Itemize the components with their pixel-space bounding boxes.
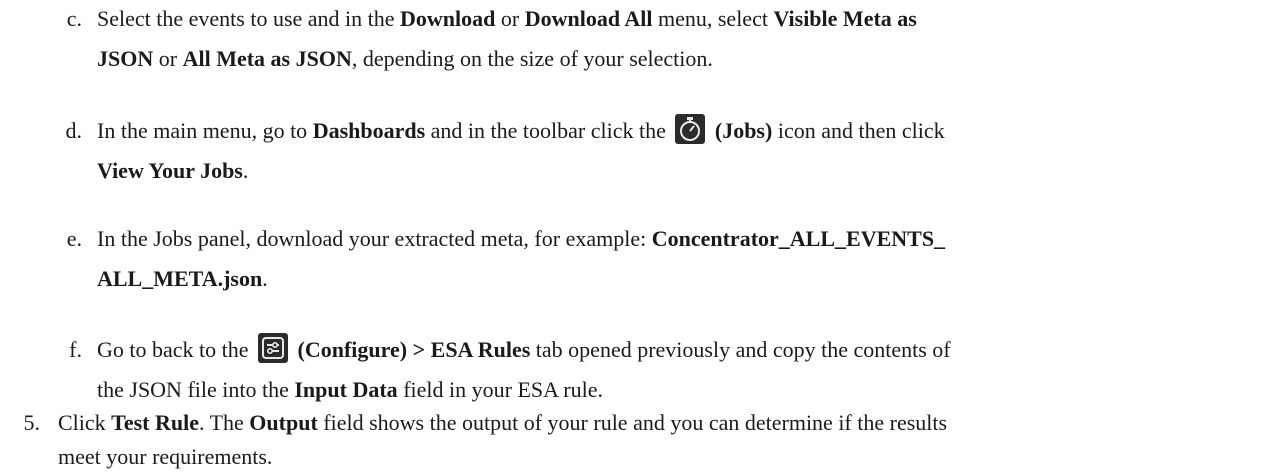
- bold-term: Output: [249, 410, 318, 435]
- bold-term: Dashboards: [312, 118, 426, 143]
- list-item-line: In the Jobs panel, download your extract…: [97, 222, 945, 256]
- text-run: and in the toolbar click the: [425, 118, 672, 143]
- text-run: field in your ESA rule.: [397, 377, 603, 402]
- list-marker: c.: [66, 6, 82, 31]
- bold-term: Download All: [524, 6, 653, 31]
- text-run: tab opened previously and copy the conte…: [530, 337, 951, 362]
- bold-term: (Configure) > ESA Rules: [297, 337, 531, 362]
- text-run: .: [242, 158, 249, 183]
- text-run: or: [153, 46, 183, 71]
- list-item-line: Go to back to the (Configure) > ESA Rule…: [97, 333, 951, 367]
- configure-icon: [258, 333, 289, 363]
- text-run: menu, select: [652, 6, 774, 31]
- text-run: .: [262, 266, 268, 291]
- text-run: field shows the output of your rule and …: [317, 410, 948, 435]
- list-item-line: In the main menu, go to Dashboards and i…: [97, 114, 945, 148]
- bold-term: Concentrator_ALL_EVENTS_: [651, 226, 946, 251]
- list-item-line: JSON or All Meta as JSON, depending on t…: [97, 42, 713, 76]
- text-run: In the main menu, go to: [97, 118, 313, 143]
- list-item-line: View Your Jobs.: [97, 154, 248, 188]
- text-run: , depending on the size of your selectio…: [351, 46, 713, 71]
- bold-term: (Jobs): [714, 118, 773, 143]
- bold-term: Download: [400, 6, 496, 31]
- list-item-line: Select the events to use and in the Down…: [97, 2, 917, 36]
- text-run: Click: [58, 410, 112, 435]
- list-marker: 5.: [23, 410, 41, 435]
- list-marker: f.: [69, 337, 82, 362]
- text-run: . The: [198, 410, 250, 435]
- text-run: the JSON file into the: [97, 377, 295, 402]
- bold-term: All Meta as JSON: [182, 46, 352, 71]
- text-run: meet your requirements.: [58, 444, 273, 469]
- list-item-line: Click Test Rule. The Output field shows …: [58, 406, 947, 440]
- text-run: Go to back to the: [97, 337, 255, 362]
- list-item-line: ALL_META.json.: [97, 262, 268, 296]
- list-item-line: the JSON file into the Input Data field …: [97, 373, 603, 407]
- list-marker: e.: [66, 226, 82, 251]
- text-run: In the Jobs panel, download your extract…: [97, 226, 652, 251]
- bold-term: Input Data: [294, 377, 398, 402]
- bold-term: Test Rule: [111, 410, 199, 435]
- stopwatch-icon: [675, 114, 706, 144]
- text-run: or: [495, 6, 525, 31]
- bold-term: ALL_META.json: [97, 266, 263, 291]
- text-run: Select the events to use and in the: [97, 6, 401, 31]
- text-run: icon and then click: [772, 118, 945, 143]
- bold-term: Visible Meta as: [773, 6, 917, 31]
- bold-term: JSON: [97, 46, 154, 71]
- bold-term: View Your Jobs: [97, 158, 243, 183]
- list-item-line: meet your requirements.: [58, 440, 272, 474]
- list-marker: d.: [65, 118, 83, 143]
